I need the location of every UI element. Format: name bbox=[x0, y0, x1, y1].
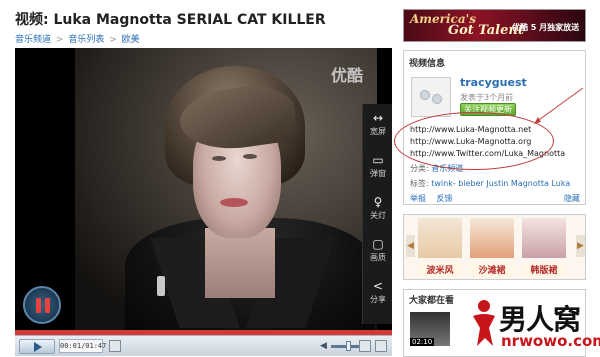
fashion-ad-strip[interactable]: ◀ ▶ 波米风 沙滩裙 韩版裙 bbox=[403, 214, 586, 280]
youku-watermark: 优酷 bbox=[331, 66, 364, 85]
fullscreen-icon[interactable] bbox=[375, 340, 387, 352]
tags-label: 标签: bbox=[410, 179, 429, 188]
volume-knob[interactable] bbox=[346, 341, 351, 351]
control-bar: 00:01/01:47 ◀ bbox=[15, 335, 392, 356]
share-label: 分享 bbox=[370, 295, 386, 304]
tags-links[interactable]: twink- bieber Justin Magnotta Luka bbox=[431, 179, 570, 188]
breadcrumb-item-music-list[interactable]: 音乐列表 bbox=[68, 35, 104, 45]
video-player[interactable]: 优酷 ↔ 宽屏 ▭ 弹窗 ♀ 关灯 ▢ 画质 < 分享 00:01/01:47 bbox=[15, 48, 392, 356]
breadcrumb-item-music-channel[interactable]: 音乐频道 bbox=[15, 35, 51, 45]
widescreen-label: 宽屏 bbox=[370, 127, 386, 136]
ad-banner[interactable]: America's Got Talent 优酷 5 月独家放送 bbox=[403, 9, 586, 42]
category-label: 分类: bbox=[410, 164, 429, 173]
avatar-icon bbox=[420, 90, 430, 100]
banner-promo: 优酷 5 月独家放送 bbox=[512, 23, 580, 32]
settings-icon[interactable] bbox=[359, 340, 371, 352]
lights-off-label: 关灯 bbox=[370, 211, 386, 220]
caption-icon[interactable] bbox=[109, 340, 121, 352]
annotation-ellipse bbox=[394, 112, 554, 170]
share-button[interactable]: < 分享 bbox=[363, 274, 392, 314]
player-side-toolbar: ↔ 宽屏 ▭ 弹窗 ♀ 关灯 ▢ 画质 < 分享 bbox=[362, 104, 392, 324]
avatar[interactable] bbox=[411, 77, 451, 117]
avatar-icon bbox=[432, 94, 442, 104]
widescreen-button[interactable]: ↔ 宽屏 bbox=[363, 106, 392, 146]
popular-title: 大家都在看 bbox=[409, 296, 455, 306]
logo-figure-icon bbox=[473, 300, 495, 346]
video-subject-zipper bbox=[157, 276, 165, 296]
pause-icon bbox=[36, 298, 41, 313]
play-button[interactable] bbox=[19, 339, 55, 354]
share-icon: < bbox=[372, 279, 384, 293]
pause-icon bbox=[45, 298, 50, 313]
video-subject-eye bbox=[212, 156, 226, 161]
breadcrumb: 音乐频道 > 音乐列表 > 欧美 bbox=[15, 32, 140, 45]
prev-arrow-icon[interactable]: ◀ bbox=[406, 235, 415, 257]
ad-image[interactable] bbox=[418, 218, 462, 258]
feedback-link[interactable]: 反馈 bbox=[437, 194, 453, 203]
pause-button[interactable] bbox=[23, 286, 61, 324]
breadcrumb-separator: > bbox=[55, 35, 64, 45]
uploader-name[interactable]: tracyguest bbox=[460, 76, 527, 89]
time-display: 00:01/01:47 bbox=[59, 339, 106, 353]
video-subject-eye bbox=[243, 154, 257, 159]
ad-tagline[interactable]: 沙滩裙 bbox=[470, 263, 514, 277]
posted-time: 发表于3个月前 bbox=[460, 93, 514, 102]
next-arrow-icon[interactable]: ▶ bbox=[576, 235, 585, 257]
popup-label: 弹窗 bbox=[370, 169, 386, 178]
volume-icon[interactable]: ◀ bbox=[320, 341, 327, 351]
logo-domain: nrwowo.com bbox=[501, 332, 600, 350]
ad-tagline[interactable]: 波米风 bbox=[418, 263, 462, 277]
screen-icon: ▢ bbox=[372, 237, 384, 251]
ad-tagline[interactable]: 韩版裙 bbox=[522, 263, 566, 277]
quality-button[interactable]: ▢ 画质 bbox=[363, 232, 392, 272]
breadcrumb-separator: > bbox=[109, 35, 117, 45]
expand-icon: ↔ bbox=[372, 111, 384, 125]
lights-off-button[interactable]: ♀ 关灯 bbox=[363, 190, 392, 230]
ad-image[interactable] bbox=[522, 218, 566, 258]
report-link[interactable]: 举报 bbox=[410, 194, 426, 203]
page-title: 视频: Luka Magnotta SERIAL CAT KILLER bbox=[15, 12, 326, 28]
hide-link[interactable]: 隐藏 bbox=[564, 193, 580, 204]
comment-icon: ▭ bbox=[372, 153, 384, 167]
thumbnail-duration: 02:10 bbox=[410, 338, 435, 346]
popup-button[interactable]: ▭ 弹窗 bbox=[363, 148, 392, 188]
video-subject-lips bbox=[220, 198, 248, 207]
ad-image[interactable] bbox=[470, 218, 514, 258]
video-frame[interactable]: 优酷 bbox=[15, 48, 377, 330]
breadcrumb-item-western[interactable]: 欧美 bbox=[122, 35, 140, 45]
quality-label: 画质 bbox=[370, 253, 386, 262]
video-subject-neck bbox=[205, 228, 275, 298]
tags-row: 标签: twink- bieber Justin Magnotta Luka bbox=[410, 178, 570, 189]
report-links: 举报 反馈 bbox=[410, 193, 453, 204]
site-logo: 男人窝 nrwowo.com bbox=[465, 294, 600, 354]
info-title: 视频信息 bbox=[409, 59, 446, 69]
lamp-icon: ♀ bbox=[373, 195, 383, 209]
